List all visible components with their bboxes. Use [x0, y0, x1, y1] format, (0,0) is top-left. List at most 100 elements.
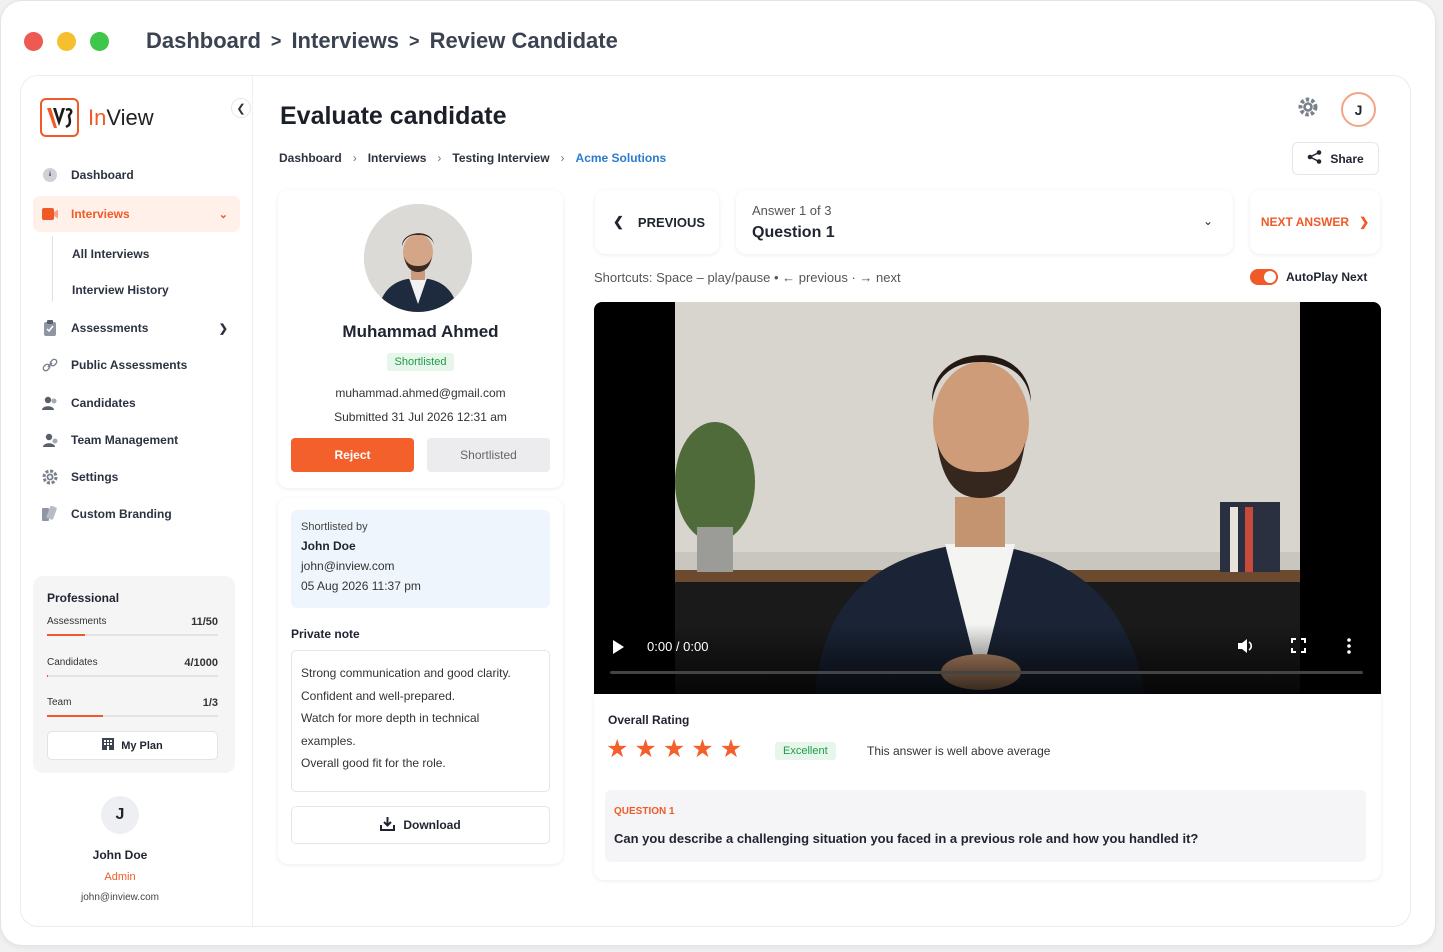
plan-usage-team: Team 1/3: [47, 697, 218, 717]
status-badge: Shortlisted: [386, 353, 455, 371]
avatar[interactable]: J: [101, 796, 139, 834]
video-player[interactable]: 0:00 / 0:00: [594, 302, 1381, 694]
chevron-right-icon: ❯: [1359, 215, 1370, 229]
sidebar-item-label: Team Management: [71, 433, 179, 447]
share-button[interactable]: Share: [1292, 142, 1379, 175]
sidebar-subitem-all-interviews[interactable]: All Interviews: [72, 247, 149, 261]
chevron-right-icon: >: [409, 30, 420, 51]
page-title: Evaluate candidate: [280, 102, 507, 130]
autoplay-toggle-group: AutoPlay Next: [1250, 269, 1367, 285]
sidebar-item-label: Dashboard: [71, 168, 134, 182]
app-window: Dashboard > Interviews > Review Candidat…: [0, 0, 1436, 946]
sidebar-item-candidates[interactable]: Candidates: [33, 385, 240, 421]
my-plan-button[interactable]: My Plan: [47, 731, 218, 760]
palette-icon: [42, 506, 58, 522]
star-rating[interactable]: ★ ★ ★ ★ ★: [606, 737, 742, 762]
sidebar-item-label: Public Assessments: [71, 358, 188, 372]
chevron-left-icon: ❮: [613, 214, 624, 229]
plan-usage-label: Team: [47, 697, 72, 708]
reject-button[interactable]: Reject: [291, 438, 414, 472]
answer-counter: Answer 1 of 3: [752, 203, 832, 218]
rating-title: Overall Rating: [608, 713, 690, 727]
sidebar-item-label: Assessments: [71, 321, 149, 335]
plan-usage-label: Candidates: [47, 657, 98, 668]
shortcuts-hint: Shortcuts: Space – play/pause • ← previo…: [594, 270, 901, 285]
window-breadcrumb: Dashboard > Interviews > Review Candidat…: [146, 28, 618, 54]
chevron-right-icon: ›: [437, 151, 442, 165]
sidebar-item-team-management[interactable]: Team Management: [33, 422, 240, 458]
star-icon[interactable]: ★: [691, 737, 713, 762]
breadcrumb-interviews[interactable]: Interviews: [368, 151, 427, 165]
candidate-photo: [364, 204, 472, 312]
note-line: Confident and well-prepared.: [301, 688, 456, 703]
sidebar-item-assessments[interactable]: Assessments ❯: [33, 310, 240, 346]
shortlisted-by-label: Shortlisted by: [301, 521, 368, 533]
window-crumb-interviews[interactable]: Interviews: [291, 28, 399, 54]
breadcrumb: Dashboard › Interviews › Testing Intervi…: [279, 151, 666, 165]
question-text: Can you describe a challenging situation…: [614, 831, 1199, 846]
download-icon: [380, 816, 396, 834]
breadcrumb-dashboard[interactable]: Dashboard: [279, 151, 342, 165]
sidebar-item-custom-branding[interactable]: Custom Branding: [33, 496, 240, 532]
candidate-name: Muhammad Ahmed: [342, 322, 499, 341]
answer-question-title: Question 1: [752, 224, 835, 241]
question-label: QUESTION 1: [614, 806, 675, 817]
plan-usage-candidates: Candidates 4/1000: [47, 657, 218, 677]
sidebar-item-public-assessments[interactable]: Public Assessments: [33, 347, 240, 383]
candidate-email: muhammad.ahmed@gmail.com: [335, 386, 506, 400]
previous-button[interactable]: ❮ PREVIOUS: [595, 190, 719, 254]
video-icon: [42, 206, 58, 222]
sidebar-item-dashboard[interactable]: Dashboard: [33, 157, 240, 193]
private-note-textarea[interactable]: Strong communication and good clarity. C…: [291, 650, 550, 792]
chevron-down-icon: ⌄: [1202, 214, 1213, 228]
breadcrumb-acme-solutions[interactable]: Acme Solutions: [576, 151, 667, 165]
next-answer-label: NEXT ANSWER: [1260, 215, 1350, 229]
play-icon[interactable]: [613, 640, 624, 654]
sidebar-item-settings[interactable]: Settings: [33, 459, 240, 495]
plan-usage-bar: [47, 675, 218, 677]
private-note-title: Private note: [291, 627, 360, 641]
next-answer-button[interactable]: NEXT ANSWER ❯: [1250, 190, 1380, 254]
avatar[interactable]: J: [1341, 92, 1376, 127]
sidebar-user: J John Doe Admin john@inview.com: [21, 796, 219, 903]
plan-usage-bar: [47, 634, 218, 636]
download-button[interactable]: Download: [291, 806, 550, 844]
shortlisted-button[interactable]: Shortlisted: [427, 438, 550, 472]
more-options-icon[interactable]: [1347, 638, 1351, 657]
notes-card: Shortlisted by John Doe john@inview.com …: [278, 498, 563, 864]
autoplay-toggle[interactable]: [1250, 269, 1278, 285]
settings-button[interactable]: [1297, 97, 1319, 120]
submenu-guide-line: [52, 236, 53, 302]
candidate-submitted: Submitted 31 Jul 2026 12:31 am: [334, 410, 507, 424]
fullscreen-icon[interactable]: [1291, 638, 1306, 656]
plan-usage-assessments: Assessments 11/50: [47, 616, 218, 636]
shortlisted-by-name: John Doe: [301, 539, 356, 553]
answer-selector[interactable]: Answer 1 of 3 Question 1 ⌄: [736, 190, 1233, 254]
download-label: Download: [403, 818, 461, 832]
note-line: Overall good fit for the role.: [301, 756, 446, 770]
star-icon[interactable]: ★: [720, 737, 742, 762]
breadcrumb-testing-interview[interactable]: Testing Interview: [452, 151, 549, 165]
rating-badge: Excellent: [775, 742, 836, 760]
volume-icon[interactable]: [1237, 638, 1255, 657]
logo[interactable]: InView: [40, 98, 154, 137]
star-icon[interactable]: ★: [606, 737, 628, 762]
star-icon[interactable]: ★: [634, 737, 656, 762]
sidebar-subitem-interview-history[interactable]: Interview History: [72, 283, 169, 297]
maximize-window-button[interactable]: [90, 32, 109, 51]
rating-badge-wrap: Excellent: [775, 741, 836, 760]
plan-title: Professional: [47, 591, 120, 605]
window-crumb-dashboard[interactable]: Dashboard: [146, 28, 261, 54]
plan-usage-value: 4/1000: [184, 657, 218, 669]
close-window-button[interactable]: [24, 32, 43, 51]
sidebar-item-interviews[interactable]: Interviews ⌄: [33, 196, 240, 232]
collapse-sidebar-button[interactable]: ❮: [231, 98, 251, 118]
minimize-window-button[interactable]: [57, 32, 76, 51]
building-icon: [102, 738, 115, 753]
video-progress-bar[interactable]: [610, 671, 1363, 674]
chevron-right-icon: >: [270, 30, 282, 51]
star-icon[interactable]: ★: [663, 737, 685, 762]
team-icon: [42, 432, 58, 448]
shortlisted-by-box: Shortlisted by John Doe john@inview.com …: [291, 510, 550, 608]
video-time: 0:00 / 0:00: [647, 639, 709, 654]
